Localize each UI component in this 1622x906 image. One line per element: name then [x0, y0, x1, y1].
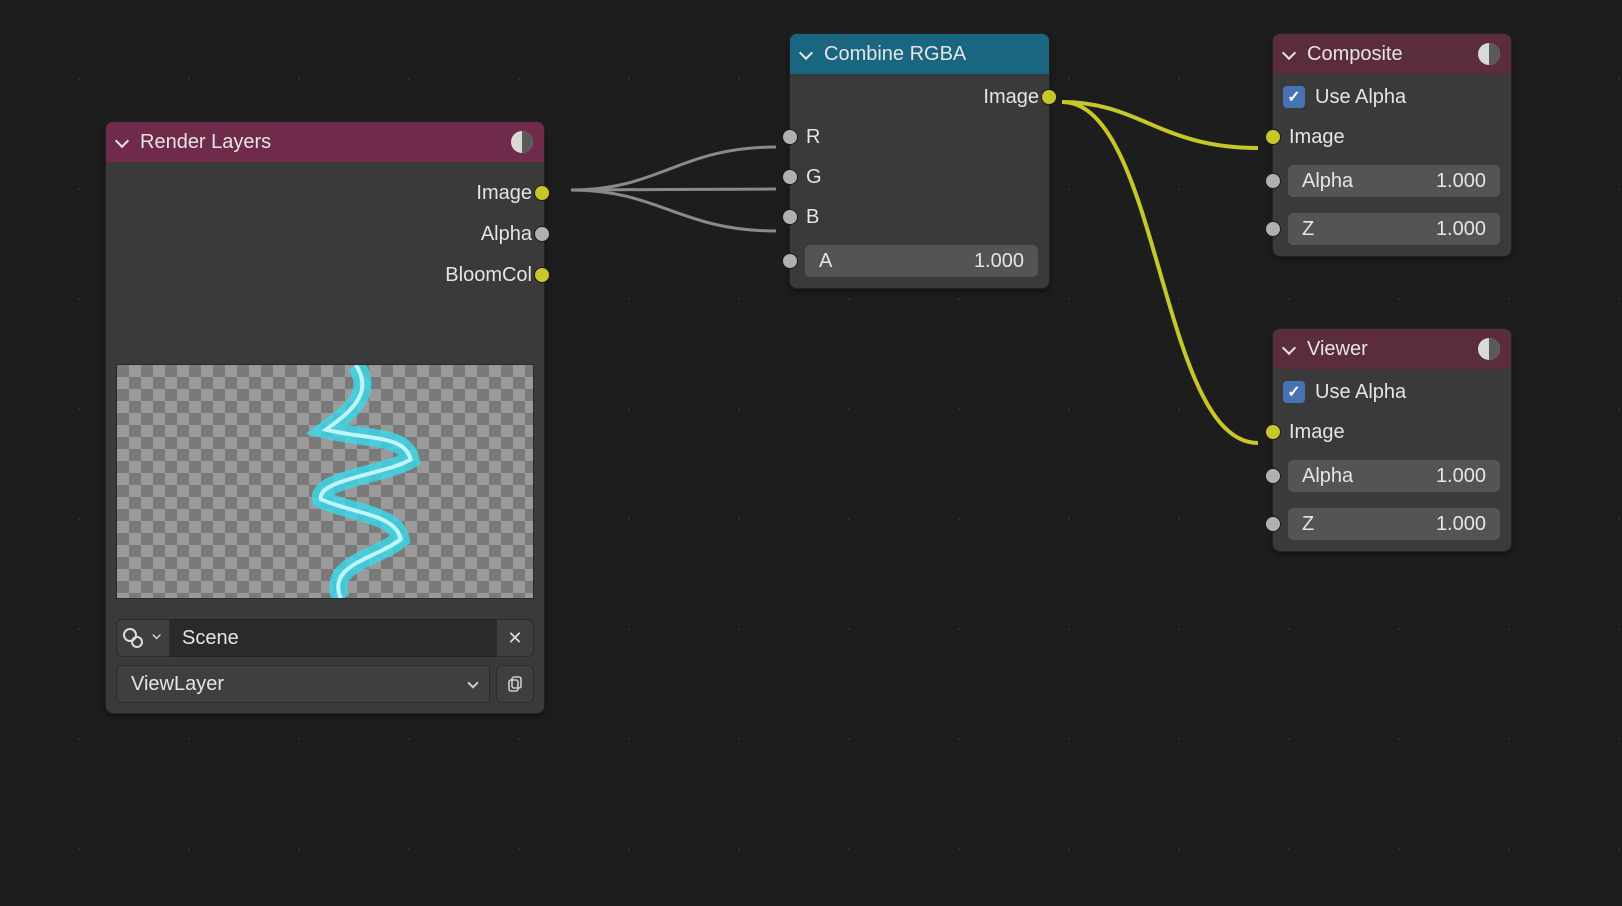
z-label: Z — [1302, 513, 1314, 536]
socket-alpha[interactable] — [534, 226, 550, 242]
scene-clear-button[interactable]: ✕ — [496, 619, 534, 657]
preview-sphere-icon[interactable] — [510, 130, 534, 154]
input-b: B — [800, 204, 1039, 230]
socket-r[interactable] — [782, 129, 798, 145]
output-label: BloomCol — [445, 264, 532, 287]
chevron-down-icon — [152, 630, 163, 641]
socket-bloomcol[interactable] — [534, 267, 550, 283]
scene-selector[interactable]: Scene ✕ — [116, 619, 534, 657]
use-alpha-label: Use Alpha — [1315, 381, 1406, 404]
output-bloomcol: BloomCol — [118, 262, 532, 288]
socket-g[interactable] — [782, 169, 798, 185]
composite-node[interactable]: Composite ✓ Use Alpha Image Alpha 1.000 … — [1272, 33, 1512, 257]
output-label: Image — [476, 182, 532, 205]
input-alpha: Alpha 1.000 — [1283, 164, 1501, 198]
input-label: Image — [1289, 421, 1345, 444]
chevron-down-icon — [467, 678, 479, 690]
input-z: Z 1.000 — [1283, 507, 1501, 541]
input-label: B — [806, 206, 819, 229]
use-alpha-checkbox[interactable]: ✓ — [1283, 86, 1305, 108]
combine-rgba-node[interactable]: Combine RGBA Image R G B A 1.000 — [789, 33, 1050, 289]
socket-image[interactable] — [1265, 424, 1281, 440]
output-label: Alpha — [481, 223, 532, 246]
a-value: 1.000 — [974, 250, 1024, 273]
alpha-value: 1.000 — [1436, 465, 1486, 488]
z-label: Z — [1302, 218, 1314, 241]
viewlayer-pin-button[interactable] — [496, 665, 534, 703]
use-alpha-label: Use Alpha — [1315, 86, 1406, 109]
preview-sphere-icon[interactable] — [1477, 337, 1501, 361]
scene-name-field[interactable]: Scene — [170, 619, 496, 657]
a-value-field[interactable]: A 1.000 — [804, 244, 1039, 278]
input-alpha: Alpha 1.000 — [1283, 459, 1501, 493]
output-image: Image — [800, 84, 1039, 110]
input-image: Image — [1283, 124, 1501, 150]
node-title: Render Layers — [140, 131, 271, 154]
output-label: Image — [983, 86, 1039, 109]
input-z: Z 1.000 — [1283, 212, 1501, 246]
socket-z[interactable] — [1265, 221, 1281, 237]
z-value: 1.000 — [1436, 513, 1486, 536]
z-value: 1.000 — [1436, 218, 1486, 241]
preview-sphere-icon[interactable] — [1477, 42, 1501, 66]
socket-alpha[interactable] — [1265, 173, 1281, 189]
output-alpha: Alpha — [118, 221, 532, 247]
render-layers-node[interactable]: Render Layers Image Alpha BloomCol — [105, 121, 545, 714]
node-header[interactable]: Composite — [1273, 34, 1511, 74]
alpha-label: Alpha — [1302, 465, 1353, 488]
node-title: Combine RGBA — [824, 43, 966, 66]
input-image: Image — [1283, 419, 1501, 445]
socket-alpha[interactable] — [1265, 468, 1281, 484]
socket-image[interactable] — [1265, 129, 1281, 145]
node-title: Viewer — [1307, 338, 1368, 361]
input-label: Image — [1289, 126, 1345, 149]
chevron-down-icon[interactable] — [798, 45, 816, 63]
use-alpha-row[interactable]: ✓ Use Alpha — [1283, 379, 1501, 405]
input-r: R — [800, 124, 1039, 150]
output-image: Image — [118, 180, 532, 206]
socket-z[interactable] — [1265, 516, 1281, 532]
chevron-down-icon[interactable] — [1281, 340, 1299, 358]
alpha-value-field[interactable]: Alpha 1.000 — [1287, 459, 1501, 493]
chevron-down-icon[interactable] — [114, 133, 132, 151]
input-label: R — [806, 126, 820, 149]
socket-image-out[interactable] — [1041, 89, 1057, 105]
socket-b[interactable] — [782, 209, 798, 225]
node-header[interactable]: Render Layers — [106, 122, 544, 162]
node-header[interactable]: Viewer — [1273, 329, 1511, 369]
socket-a[interactable] — [782, 253, 798, 269]
input-g: G — [800, 164, 1039, 190]
use-alpha-checkbox[interactable]: ✓ — [1283, 381, 1305, 403]
viewlayer-selector[interactable]: ViewLayer — [116, 665, 534, 703]
viewlayer-field[interactable]: ViewLayer — [116, 665, 490, 703]
preview-image — [117, 365, 533, 599]
z-value-field[interactable]: Z 1.000 — [1287, 507, 1501, 541]
node-header[interactable]: Combine RGBA — [790, 34, 1049, 74]
alpha-label: Alpha — [1302, 170, 1353, 193]
z-value-field[interactable]: Z 1.000 — [1287, 212, 1501, 246]
viewer-node[interactable]: Viewer ✓ Use Alpha Image Alpha 1.000 Z 1… — [1272, 328, 1512, 552]
use-alpha-row[interactable]: ✓ Use Alpha — [1283, 84, 1501, 110]
viewlayer-label: ViewLayer — [131, 673, 224, 696]
input-a: A 1.000 — [800, 244, 1039, 278]
alpha-value: 1.000 — [1436, 170, 1486, 193]
node-title: Composite — [1307, 43, 1403, 66]
render-preview — [116, 364, 534, 599]
scene-browse-icon[interactable] — [116, 619, 170, 657]
alpha-value-field[interactable]: Alpha 1.000 — [1287, 164, 1501, 198]
socket-image[interactable] — [534, 185, 550, 201]
input-label: G — [806, 166, 822, 189]
a-label: A — [819, 250, 832, 273]
chevron-down-icon[interactable] — [1281, 45, 1299, 63]
